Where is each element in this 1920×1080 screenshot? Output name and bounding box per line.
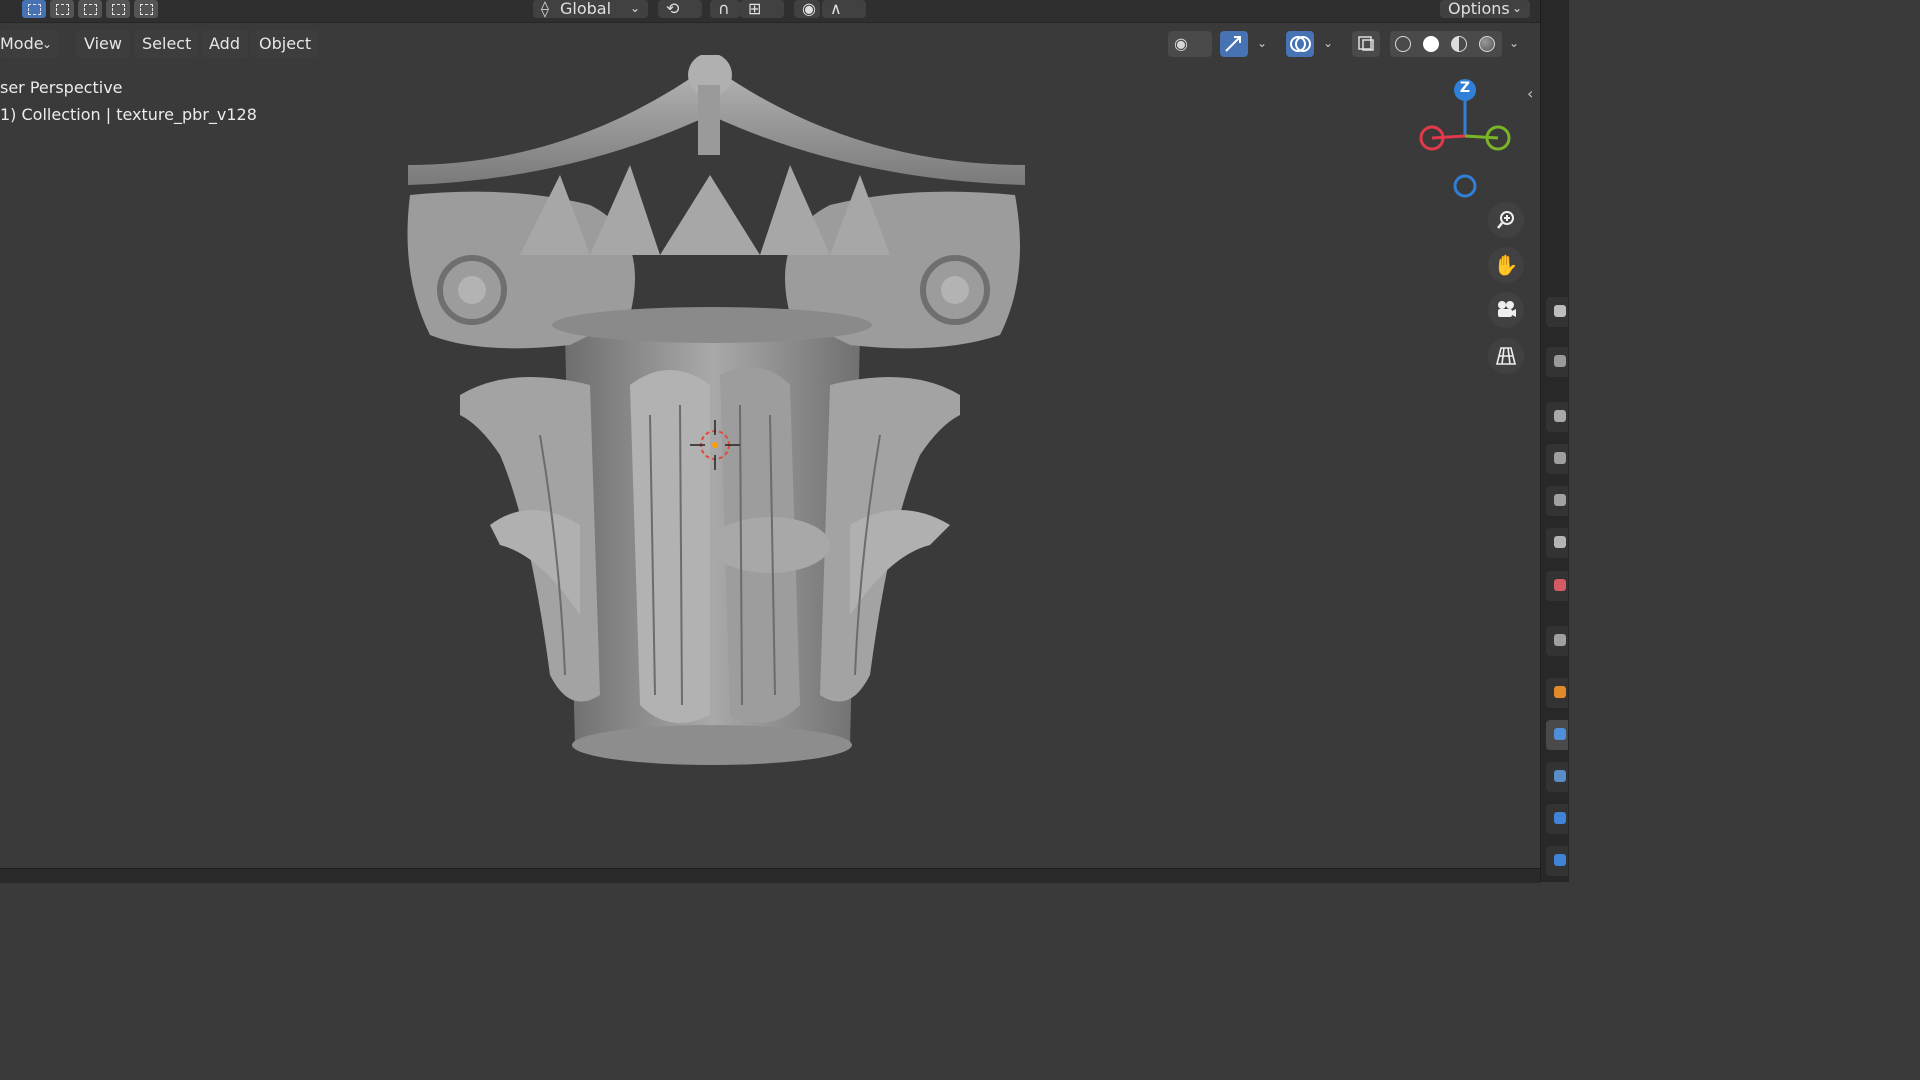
chevron-down-icon[interactable]: ⌄ [1322, 36, 1334, 50]
tab-world[interactable] [1546, 528, 1568, 558]
falloff-dropdown[interactable]: ∧ [822, 0, 866, 18]
menu-object[interactable]: Object [251, 30, 320, 58]
tab-physics[interactable] [1546, 720, 1568, 750]
xray-icon [1358, 36, 1374, 51]
menu-select[interactable]: Select [134, 30, 200, 58]
solid-shading-icon[interactable] [1423, 36, 1439, 52]
magnet-icon: ∩ [718, 0, 730, 18]
tab-modifiers[interactable] [1546, 678, 1568, 708]
select-box-icon[interactable] [22, 0, 46, 18]
zoom-icon [1497, 211, 1514, 229]
sidebar-toggle-icon[interactable]: ‹ [1527, 84, 1533, 103]
snap-toggle[interactable]: ∩ [710, 0, 740, 18]
zoom-button[interactable] [1488, 202, 1524, 238]
tab-collection[interactable] [1546, 571, 1568, 601]
options-label: Options [1448, 0, 1510, 18]
tab-render[interactable] [1546, 347, 1568, 377]
gizmo-toggle[interactable] [1220, 31, 1248, 57]
orientation-label: Global [560, 0, 612, 18]
grid-icon [1495, 347, 1517, 365]
mode-dropdown[interactable]: Mode ⌄ [0, 30, 58, 58]
options-dropdown[interactable]: Options ⌄ [1440, 0, 1530, 18]
transform-orientation-dropdown[interactable]: ⟠ Global ⌄ [533, 0, 648, 18]
pan-button[interactable]: ✋ [1488, 247, 1524, 283]
camera-view-button[interactable] [1488, 292, 1524, 328]
corinthian-capital-model[interactable] [390, 55, 1050, 775]
bottom-timeline-bar [0, 868, 1540, 883]
shading-mode-group [1390, 31, 1502, 57]
camera-icon [1498, 301, 1516, 317]
orientation-icon: ⟠ [541, 0, 549, 18]
falloff-curve-icon: ∧ [830, 0, 842, 18]
viewport-perspective-text: ser Perspective [0, 78, 123, 97]
menu-add[interactable]: Add [201, 30, 248, 58]
tab-view-layer[interactable] [1546, 444, 1568, 474]
tab-data[interactable] [1546, 804, 1568, 834]
tab-constraints[interactable] [1546, 762, 1568, 792]
gizmo-z-label: Z [1459, 80, 1471, 96]
pan-hand-icon: ✋ [1493, 253, 1519, 277]
select-subtract-icon[interactable] [78, 0, 102, 18]
snap-increment-icon: ⊞ [748, 0, 762, 18]
xray-toggle[interactable] [1352, 31, 1380, 57]
viewport-collection-text: 1) Collection | texture_pbr_v128 [0, 105, 257, 124]
tab-output[interactable] [1546, 402, 1568, 432]
tab-object[interactable] [1546, 626, 1568, 656]
pivot-icon: ⟲ [666, 0, 680, 18]
select-intersect-icon[interactable] [134, 0, 158, 18]
visibility-dropdown[interactable]: ◉ [1168, 31, 1212, 57]
proportional-edit-icon: ◉ [802, 0, 816, 18]
tool-header: ⟠ Global ⌄ ⟲ ∩ ⊞ ◉ ∧ Options ⌄ [0, 0, 1540, 23]
select-extend-icon[interactable] [50, 0, 74, 18]
overlay-icon [1290, 36, 1311, 52]
mode-label: Mode [0, 34, 44, 53]
tab-material[interactable] [1546, 846, 1568, 876]
chevron-down-icon[interactable]: ⌄ [1508, 36, 1520, 50]
wireframe-shading-icon[interactable] [1395, 36, 1411, 52]
tab-scene[interactable] [1546, 486, 1568, 516]
menu-view[interactable]: View [76, 30, 130, 58]
overlay-toggle[interactable] [1286, 31, 1314, 57]
select-invert-icon[interactable] [106, 0, 130, 18]
eye-icon: ◉ [1174, 34, 1188, 53]
material-shading-icon[interactable] [1451, 36, 1467, 52]
gizmo-icon [1225, 36, 1241, 52]
gizmo-neg-z-axis [1453, 174, 1477, 198]
chevron-down-icon: ⌄ [629, 1, 640, 15]
pivot-point-dropdown[interactable]: ⟲ [658, 0, 702, 18]
chevron-down-icon: ⌄ [41, 37, 52, 51]
ortho-toggle-button[interactable] [1488, 338, 1524, 374]
snap-target-dropdown[interactable]: ⊞ [740, 0, 784, 18]
rendered-shading-icon[interactable] [1479, 36, 1495, 52]
tab-tool[interactable] [1546, 297, 1568, 327]
chevron-down-icon[interactable]: ⌄ [1256, 36, 1268, 50]
chevron-down-icon: ⌄ [1511, 1, 1522, 15]
proportional-edit-toggle[interactable]: ◉ [794, 0, 820, 18]
